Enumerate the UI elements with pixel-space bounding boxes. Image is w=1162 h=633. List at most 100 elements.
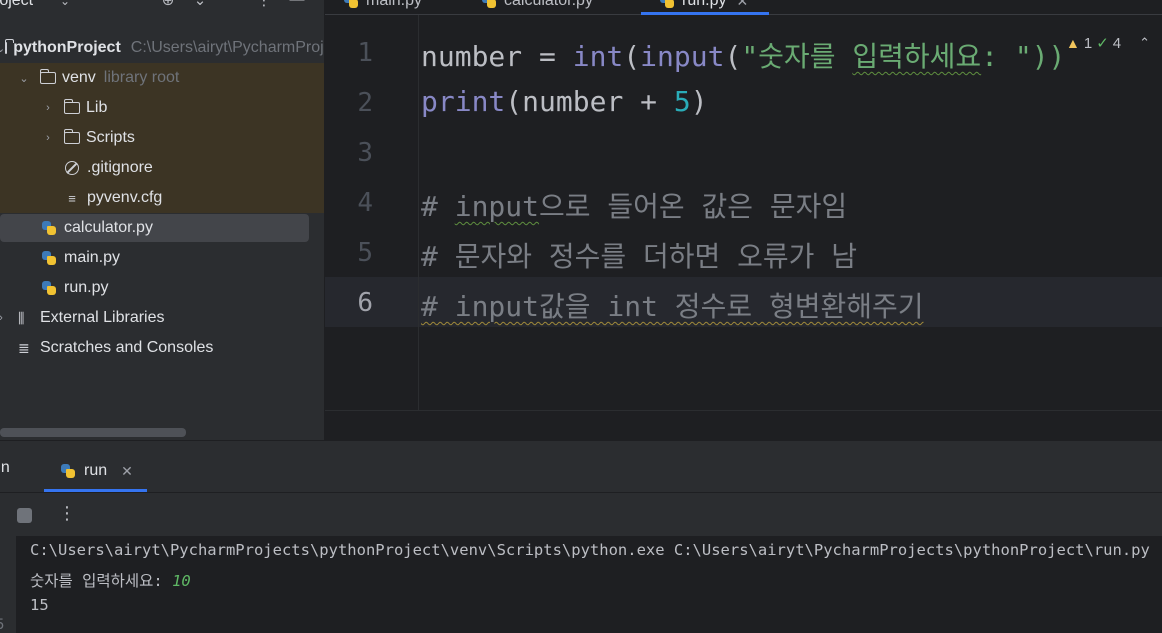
code-line-5[interactable]: # 문자와 정수를 더하면 오류가 남: [421, 235, 857, 275]
code-token: # input값을 int 정수로 형변환해주기: [421, 290, 924, 323]
code-token: input: [454, 190, 540, 223]
tree-item-lib[interactable]: › Lib: [0, 93, 324, 123]
libraries-icon: ⫼: [18, 309, 25, 326]
project-title[interactable]: roject: [0, 0, 33, 10]
library-root-label: library root: [103, 69, 180, 86]
tree-item-label: calculator.py: [64, 219, 153, 236]
tree-item-label: pythonProject: [13, 39, 121, 56]
chevron-down-icon[interactable]: ⌄: [60, 0, 70, 8]
horizontal-scrollbar[interactable]: [0, 428, 186, 437]
code-line-2[interactable]: print(number + 5): [421, 85, 708, 118]
line-number: 6: [357, 288, 373, 318]
editor-divider: [325, 410, 1162, 411]
python-file-icon: [481, 0, 497, 9]
close-icon[interactable]: ✕: [121, 463, 133, 480]
project-header: roject ⌄ ⊕ ⌄ ⌃ ⋮ —: [0, 0, 324, 14]
code-editor[interactable]: [325, 15, 1162, 440]
inspection-widget[interactable]: ▲ 1 ✓ 4 ⌃: [1066, 34, 1150, 53]
more-options-icon[interactable]: ⋮: [255, 0, 273, 9]
console-prompt: 숫자를 입력하세요:: [30, 572, 173, 590]
python-file-icon: [41, 220, 57, 236]
collapse-all-icon[interactable]: ⌃: [223, 0, 241, 9]
tree-item-scripts[interactable]: › Scripts: [0, 123, 324, 153]
tree-item-label: run.py: [64, 279, 109, 296]
code-token: (number +: [505, 85, 674, 118]
tree-item-label: pyvenv.cfg: [87, 189, 163, 206]
tree-item-path: C:\Users\airyt\PycharmProjects\pythonPro…: [130, 39, 324, 56]
config-file-icon: ≡: [68, 190, 76, 206]
tree-item-external-libraries[interactable]: › ⫼ External Libraries: [0, 303, 324, 333]
tree-item-calculator-py[interactable]: calculator.py: [0, 213, 324, 243]
tab-label: main.py: [366, 0, 423, 9]
project-tool-window: roject ⌄ ⊕ ⌄ ⌃ ⋮ — ⌄ pythonProject C:\Us…: [0, 0, 324, 440]
tab-main-py[interactable]: main.py: [343, 0, 422, 13]
code-token: 5: [673, 85, 691, 118]
code-token: print: [421, 85, 506, 118]
tree-item-pyvenv-cfg[interactable]: ≡ pyvenv.cfg: [0, 183, 324, 213]
gutter-number: 5: [0, 617, 5, 633]
ok-count: 4: [1112, 34, 1122, 52]
code-token: # 문자와 정수를 더하면 오류가 남: [421, 240, 858, 273]
folder-icon: [39, 69, 56, 84]
run-tool-window: un run ✕ ⋮ 5 C:\Users\airyt\PycharmProje…: [0, 440, 1162, 633]
line-number: 1: [357, 38, 373, 68]
code-token: 입력하세요: [852, 40, 982, 73]
tree-item-pythonproject[interactable]: ⌄ pythonProject C:\Users\airyt\PycharmPr…: [0, 33, 324, 63]
tab-calculator-py[interactable]: calculator.py: [481, 0, 593, 13]
code-token: ): [690, 85, 708, 118]
console-result-line: 15: [30, 596, 49, 614]
tree-item-label: Scratches and Consoles: [40, 339, 214, 356]
code-token: (: [623, 40, 641, 73]
close-icon[interactable]: ✕: [736, 0, 748, 10]
chevron-right-icon[interactable]: ›: [0, 312, 8, 324]
python-file-icon: [60, 463, 76, 479]
check-icon: ✓: [1096, 35, 1109, 52]
run-window-title: un: [0, 459, 10, 476]
tree-item-venv[interactable]: ⌄ venv library root: [0, 63, 324, 93]
divider: [0, 492, 1162, 493]
python-file-icon: [343, 0, 359, 9]
more-options-icon[interactable]: ⋮: [58, 503, 76, 524]
expand-all-icon[interactable]: ⌄: [191, 0, 209, 9]
tab-run[interactable]: run ✕: [44, 451, 147, 491]
tree-item-run-py[interactable]: run.py: [0, 273, 324, 303]
code-line-1[interactable]: number = int(input("숫자를 입력하세요: ")): [421, 35, 1065, 75]
console-command-line: C:\Users\airyt\PycharmProjects\pythonPro…: [30, 541, 1150, 559]
tree-item-label: Scripts: [86, 129, 135, 146]
tree-item-main-py[interactable]: main.py: [0, 243, 324, 273]
folder-icon: [63, 129, 80, 144]
stop-button[interactable]: [17, 508, 32, 523]
ignore-file-icon: [65, 161, 79, 175]
scratches-icon: ≣: [18, 339, 30, 356]
chevron-right-icon[interactable]: ›: [41, 102, 55, 114]
folder-icon: [4, 39, 14, 54]
code-token: : ")): [981, 40, 1066, 73]
tree-item-label: External Libraries: [40, 309, 165, 326]
folder-icon: [63, 99, 80, 114]
tree-item-label: main.py: [64, 249, 121, 266]
console-user-input: 10: [172, 572, 191, 590]
tab-label: calculator.py: [504, 0, 593, 9]
python-file-icon: [41, 280, 57, 296]
python-file-icon: [659, 0, 675, 9]
code-token: 으로 들어온 값은 문자임: [539, 190, 848, 223]
code-token: number =: [421, 40, 573, 73]
warning-count: 1: [1083, 34, 1093, 52]
tree-item-label: venv: [62, 69, 96, 86]
tree-item-scratches[interactable]: ≣ Scratches and Consoles: [0, 333, 324, 363]
code-line-6[interactable]: # input값을 int 정수로 형변환해주기: [421, 285, 924, 325]
warning-icon: ▲: [1066, 35, 1080, 51]
line-number: 5: [357, 238, 373, 268]
code-line-4[interactable]: # input으로 들어온 값은 문자임: [421, 185, 847, 225]
code-token: (: [724, 40, 742, 73]
chevron-down-icon[interactable]: ⌄: [17, 72, 31, 85]
chevron-up-icon[interactable]: ⌃: [1139, 35, 1150, 51]
tab-label: run: [84, 462, 108, 479]
code-token: int: [572, 40, 624, 73]
hide-icon[interactable]: —: [288, 0, 306, 8]
python-file-icon: [41, 250, 57, 266]
tree-item-gitignore[interactable]: .gitignore: [0, 153, 324, 183]
target-icon[interactable]: ⊕: [159, 0, 177, 9]
chevron-right-icon[interactable]: ›: [41, 132, 55, 144]
line-number: 3: [357, 138, 373, 168]
